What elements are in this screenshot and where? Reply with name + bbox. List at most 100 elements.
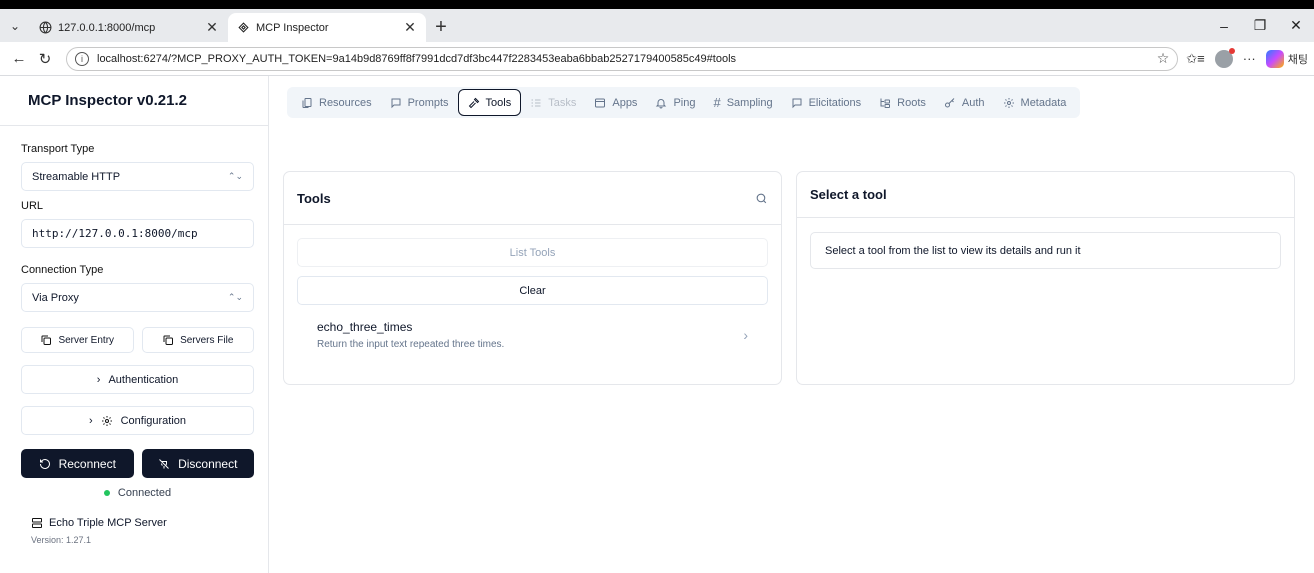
window-top-strip — [0, 0, 1314, 9]
new-tab-plus-icon[interactable]: + — [426, 13, 456, 42]
message-icon — [792, 98, 802, 108]
gear-icon — [1003, 97, 1014, 108]
tab-label: Tasks — [548, 96, 577, 109]
profile-avatar[interactable] — [1214, 47, 1235, 68]
bell-icon — [656, 98, 667, 108]
copy-icon — [41, 335, 52, 345]
list-item[interactable]: echo_three_times Return the input text r… — [297, 320, 768, 350]
tab-label: Auth — [961, 96, 985, 109]
tab-apps[interactable]: Apps — [585, 89, 646, 116]
tab-label: Resources — [319, 96, 372, 109]
favorites-list-icon[interactable]: ✩≡ — [1186, 51, 1204, 67]
inspector-app: MCP Inspector v0.21.2 Transport Type Str… — [0, 76, 1314, 573]
disconnect-button[interactable]: Disconnect — [141, 449, 254, 478]
more-menu-icon[interactable]: ··· — [1243, 51, 1256, 66]
tool-description: Return the input text repeated three tim… — [317, 339, 505, 350]
tab-roots[interactable]: Roots — [870, 89, 935, 116]
main-tab-list: Resources Prompts Tools Tasks Apps Ping — [287, 87, 1081, 118]
key-icon — [944, 97, 955, 107]
chevron-updown-icon: ⌃⌄ — [227, 171, 243, 181]
connection-type-select[interactable]: Via Proxy ⌃⌄ — [21, 283, 254, 312]
clear-button[interactable]: Clear — [297, 276, 768, 305]
browser-tab-inspector-endpoint[interactable]: 127.0.0.1:8000/mcp ✕ — [30, 13, 228, 42]
browser-tab-bar: ⌄ 127.0.0.1:8000/mcp ✕ MCP Inspector ✕ +… — [0, 9, 1314, 42]
refresh-icon — [39, 458, 50, 469]
tool-detail-title: Select a tool — [810, 187, 887, 202]
browser-tab-mcp-inspector[interactable]: MCP Inspector ✕ — [228, 13, 426, 42]
tools-panel-header: Tools — [284, 172, 781, 225]
close-tab-icon[interactable]: ✕ — [204, 19, 220, 36]
chevron-right-icon: › — [743, 327, 748, 343]
reconnect-label: Reconnect — [58, 456, 116, 471]
configuration-toggle[interactable]: › Configuration — [21, 406, 254, 435]
minimize-icon[interactable]: – — [1206, 9, 1242, 42]
tab-ping[interactable]: Ping — [646, 89, 704, 116]
files-icon — [302, 97, 312, 108]
sidebar: MCP Inspector v0.21.2 Transport Type Str… — [0, 76, 269, 573]
list-icon — [531, 99, 541, 106]
tab-label: Elicitations — [808, 96, 862, 109]
server-entry-label: Server Entry — [58, 334, 115, 346]
main-panel: Resources Prompts Tools Tasks Apps Ping — [269, 76, 1314, 573]
server-entry-button[interactable]: Server Entry — [21, 327, 134, 353]
address-input[interactable]: i localhost:6274/?MCP_PROXY_AUTH_TOKEN=9… — [66, 46, 1179, 71]
tab-title: 127.0.0.1:8000/mcp — [58, 21, 156, 34]
url-field[interactable]: http://127.0.0.1:8000/mcp — [21, 219, 254, 248]
disconnect-label: Disconnect — [178, 456, 238, 471]
servers-file-button[interactable]: Servers File — [141, 327, 254, 353]
connection-type-label: Connection Type — [21, 264, 104, 276]
app-title: MCP Inspector v0.21.2 — [0, 76, 268, 126]
close-tab-icon[interactable]: ✕ — [402, 19, 418, 36]
tool-name: echo_three_times — [317, 320, 413, 334]
tools-panel-title: Tools — [297, 190, 331, 206]
back-arrow-icon[interactable]: ← — [6, 50, 32, 67]
unplug-icon — [159, 458, 169, 469]
tab-metadata[interactable]: Metadata — [994, 89, 1076, 116]
copilot-label: 채팅 — [1287, 53, 1308, 66]
list-tools-button[interactable]: List Tools — [297, 238, 768, 267]
message-icon — [391, 98, 401, 108]
folder-tree-icon — [880, 98, 891, 108]
server-name: Echo Triple MCP Server — [49, 517, 167, 529]
mcp-icon — [236, 21, 250, 35]
tab-label: Prompts — [407, 96, 449, 109]
tool-detail-panel: Select a tool Select a tool from the lis… — [796, 171, 1295, 385]
restore-icon[interactable]: ❐ — [1242, 9, 1278, 42]
tab-auth[interactable]: Auth — [935, 89, 994, 116]
close-window-icon[interactable]: ✕ — [1278, 9, 1314, 42]
app-window-icon — [595, 98, 606, 107]
servers-file-label: Servers File — [180, 334, 234, 346]
address-bar-row: ← ↻ i localhost:6274/?MCP_PROXY_AUTH_TOK… — [0, 42, 1314, 76]
tab-tasks[interactable]: Tasks — [521, 89, 585, 116]
transport-type-label: Transport Type — [21, 143, 95, 155]
refresh-icon[interactable]: ↻ — [32, 50, 58, 68]
status-dot — [103, 490, 110, 497]
window-controls: – ❐ ✕ — [1206, 9, 1314, 42]
copilot-button[interactable]: 채팅 — [1265, 49, 1308, 68]
transport-type-select[interactable]: Streamable HTTP ⌃⌄ — [21, 162, 254, 191]
tab-tools[interactable]: Tools — [457, 89, 522, 116]
reconnect-button[interactable]: Reconnect — [21, 449, 134, 478]
transport-type-value: Streamable HTTP — [32, 170, 121, 183]
tab-actions-chevron-icon[interactable]: ⌄ — [0, 9, 30, 42]
authentication-toggle[interactable]: › Authentication — [21, 365, 254, 394]
status-label: Connected — [117, 487, 172, 499]
search-icon[interactable] — [755, 192, 768, 205]
tab-label: Sampling — [726, 96, 773, 109]
tab-resources[interactable]: Resources — [292, 89, 381, 116]
tab-label: Ping — [673, 96, 696, 109]
site-info-icon[interactable]: i — [75, 51, 89, 66]
tab-sampling[interactable]: # Sampling — [704, 89, 781, 116]
tools-panel: Tools List Tools Clear echo_three_times … — [283, 171, 782, 385]
globe-icon — [38, 21, 52, 35]
configuration-label: Configuration — [120, 414, 187, 427]
authentication-label: Authentication — [108, 373, 179, 386]
gear-icon — [101, 415, 112, 426]
tab-prompts[interactable]: Prompts — [381, 89, 458, 116]
tab-elicitations[interactable]: Elicitations — [782, 89, 871, 116]
favorite-star-icon[interactable]: ☆ — [1157, 50, 1170, 67]
server-icon — [32, 518, 42, 528]
hammer-icon — [468, 97, 479, 108]
tab-label: Apps — [612, 96, 638, 109]
chevron-right-icon: › — [88, 414, 93, 427]
